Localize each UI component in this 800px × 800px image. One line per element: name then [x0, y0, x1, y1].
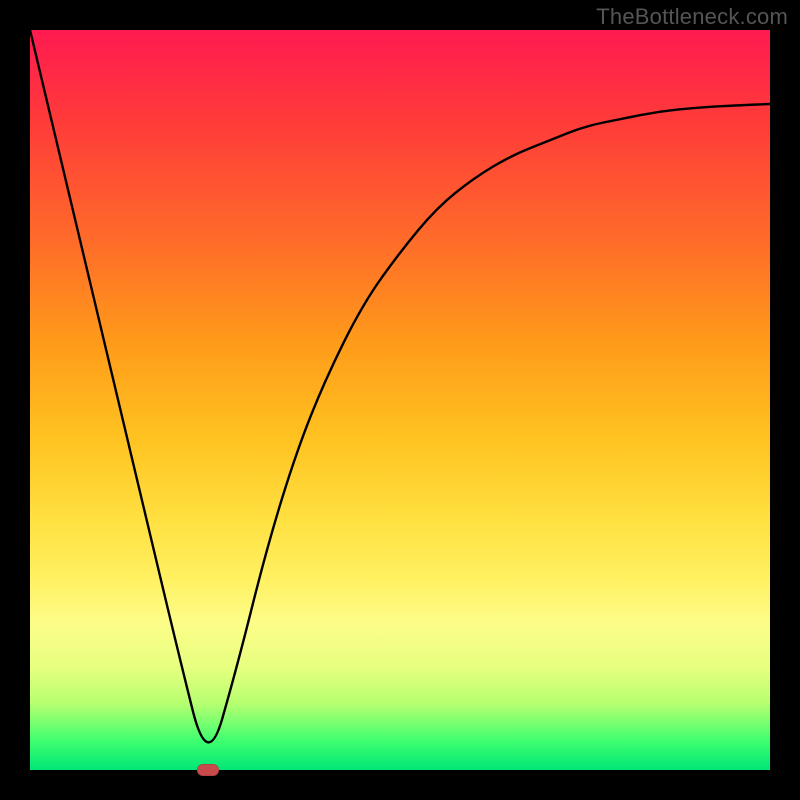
watermark-text: TheBottleneck.com — [596, 4, 788, 30]
bottleneck-curve — [30, 30, 770, 770]
minimum-marker — [197, 764, 219, 776]
chart-frame: TheBottleneck.com — [0, 0, 800, 800]
plot-area — [30, 30, 770, 770]
